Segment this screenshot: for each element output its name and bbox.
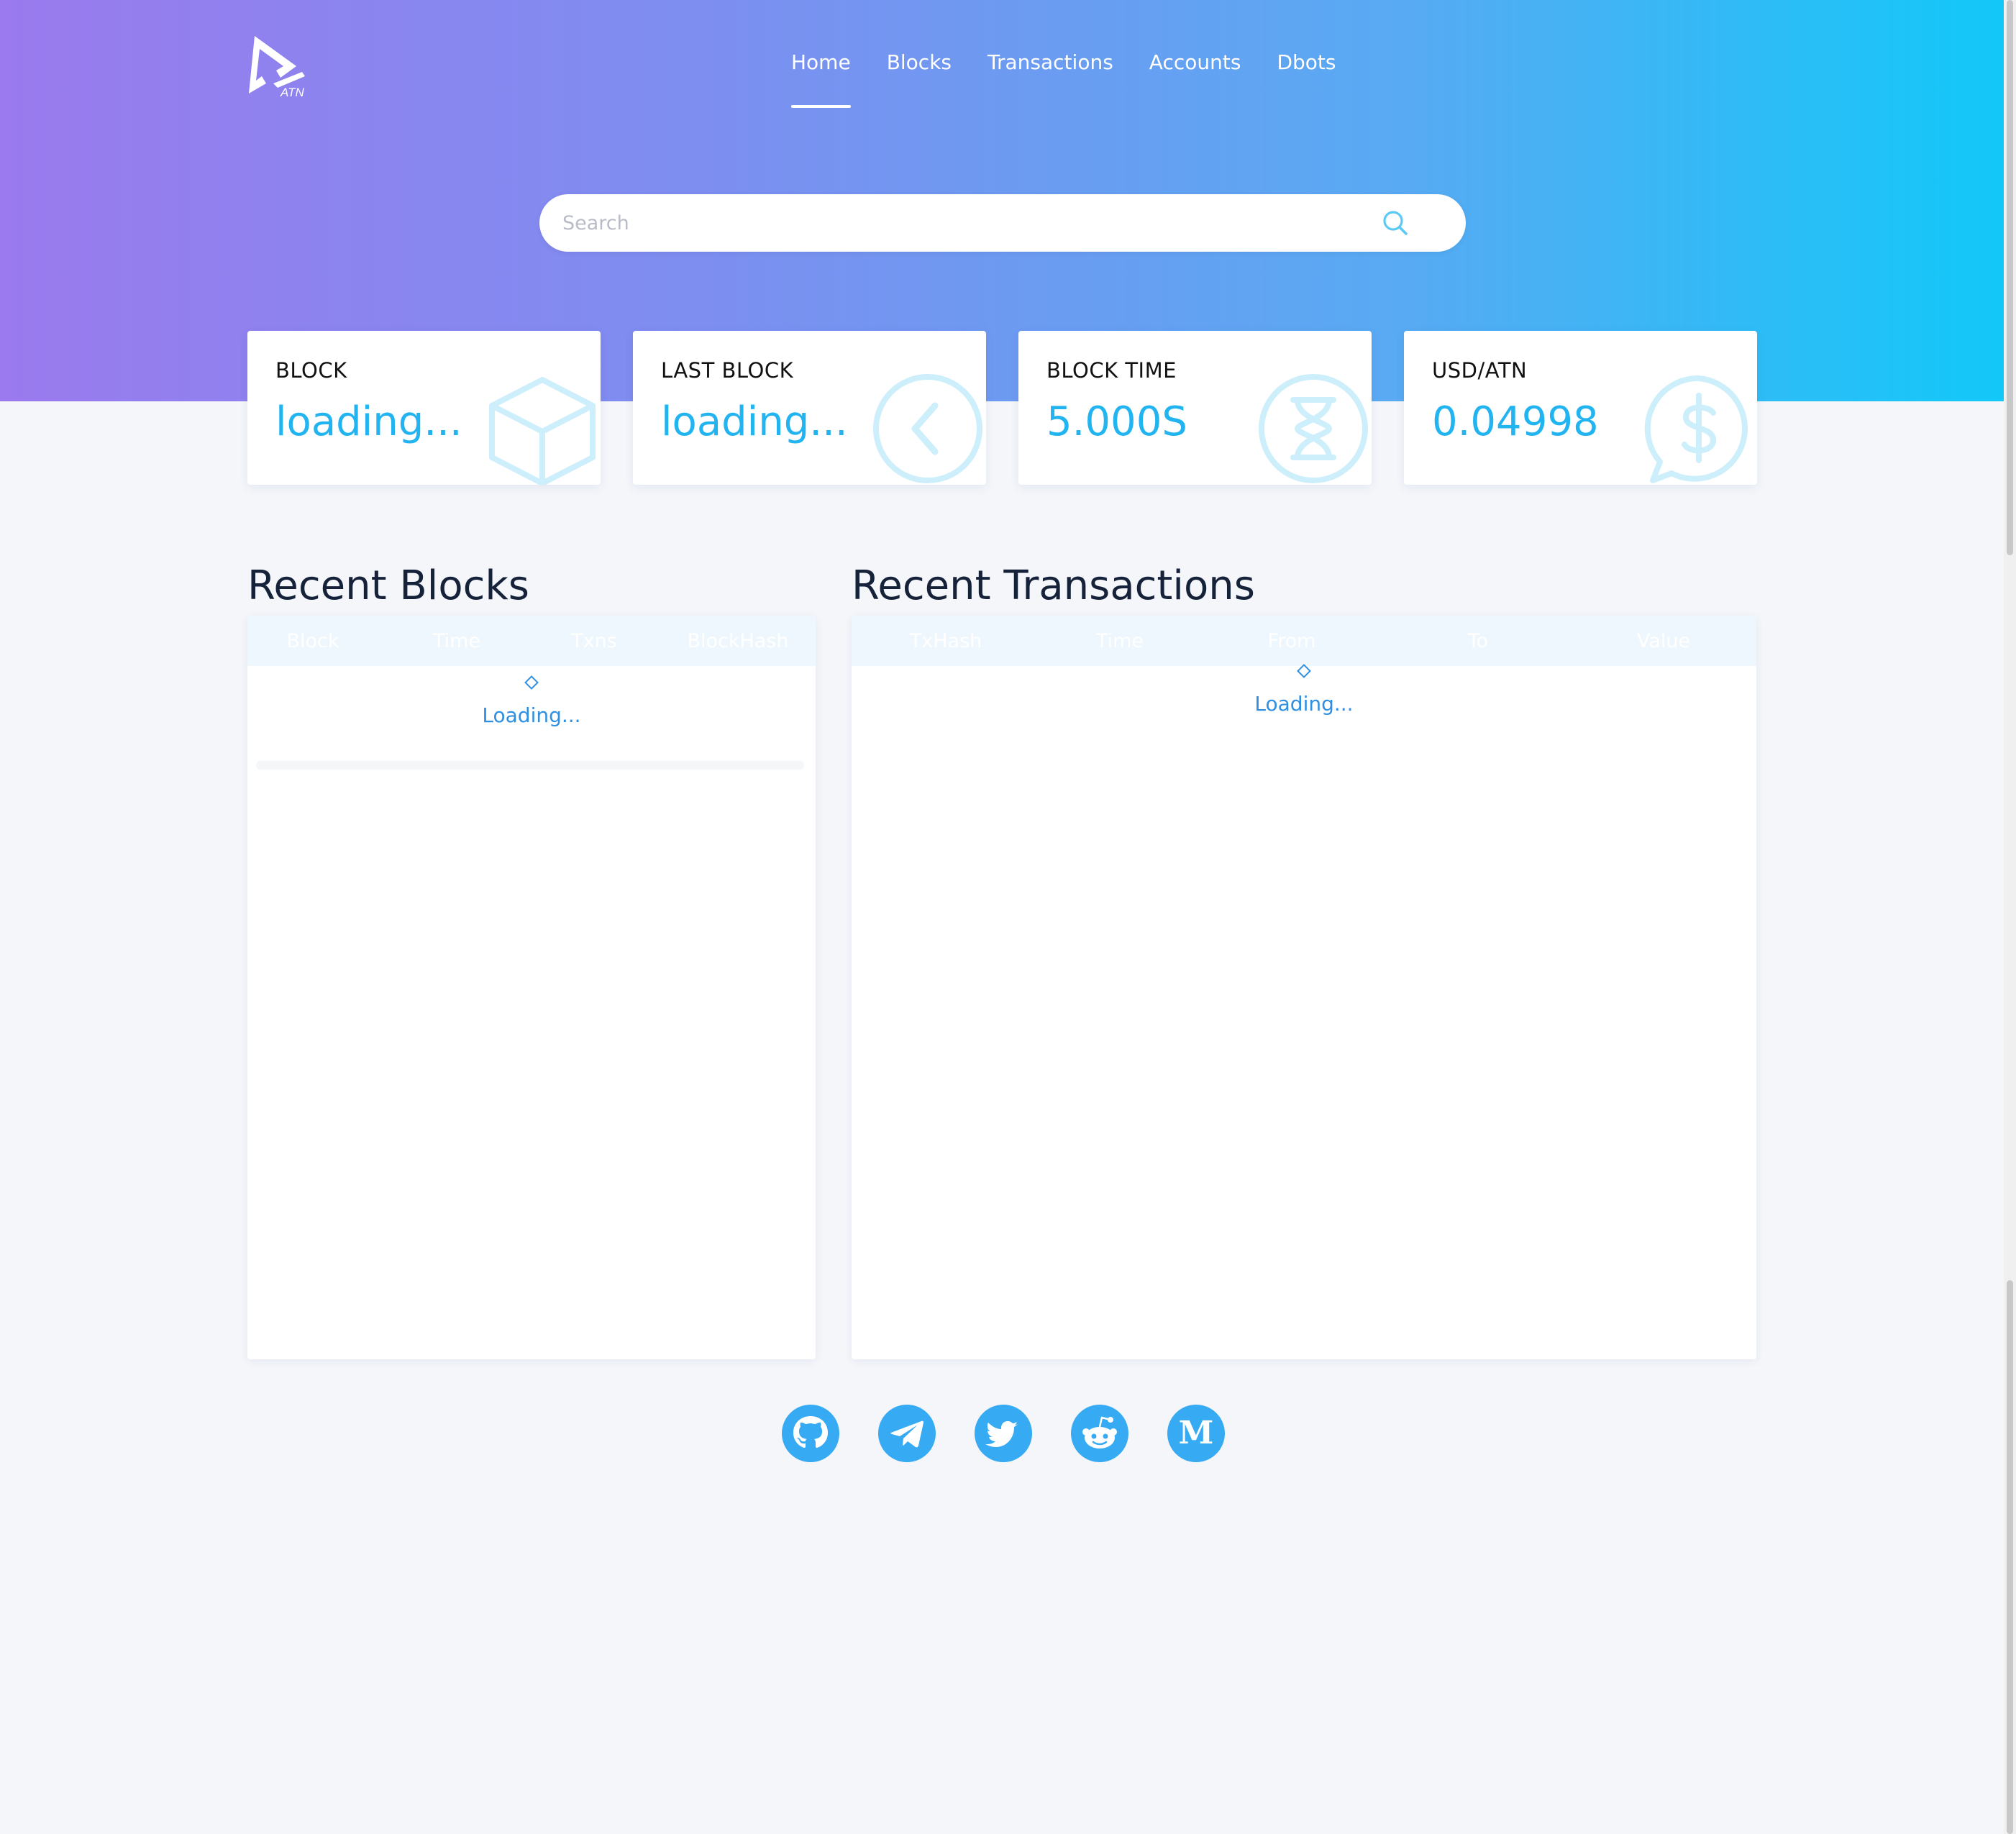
horizontal-scrollbar[interactable]	[256, 761, 804, 770]
table-header: TxHash Time From To Value	[852, 616, 1756, 666]
stat-value: loading...	[275, 398, 462, 445]
column-header-time[interactable]: Time	[433, 630, 480, 652]
telegram-link[interactable]	[878, 1405, 936, 1462]
table-header: Block Time Txns BlockHash	[247, 616, 816, 666]
medium-glyph: M	[1179, 1415, 1214, 1451]
stat-card-block-time: BLOCK TIME 5.000S	[1018, 331, 1372, 485]
logo-text: ATN	[280, 86, 304, 98]
stat-value: 0.04998	[1432, 398, 1599, 445]
column-header-txhash[interactable]: TxHash	[910, 630, 982, 652]
stat-label: USD/ATN	[1432, 358, 1528, 383]
stat-card-block: BLOCK loading...	[247, 331, 601, 485]
nav-transactions[interactable]: Transactions	[988, 50, 1113, 74]
cube-icon	[489, 377, 596, 485]
column-header-txns[interactable]: Txns	[571, 630, 617, 652]
loading-text: Loading...	[1254, 692, 1354, 716]
search-bar	[539, 194, 1466, 252]
recent-blocks-table: Block Time Txns BlockHash Loading...	[247, 616, 816, 1359]
column-header-to[interactable]: To	[1468, 630, 1488, 652]
telegram-icon	[890, 1420, 923, 1448]
github-link[interactable]	[782, 1405, 839, 1462]
recent-transactions-title: Recent Transactions	[852, 562, 1255, 609]
stat-label: BLOCK	[275, 358, 347, 383]
chevron-left-icon	[873, 374, 982, 483]
column-header-value[interactable]: Value	[1637, 630, 1690, 652]
nav-accounts[interactable]: Accounts	[1149, 50, 1241, 74]
scrollbar-thumb-lower[interactable]	[2007, 1280, 2013, 1834]
column-header-time[interactable]: Time	[1096, 630, 1144, 652]
column-header-from[interactable]: From	[1268, 630, 1316, 652]
stat-value: loading...	[661, 398, 848, 445]
twitter-link[interactable]	[975, 1405, 1032, 1462]
medium-link[interactable]: M	[1167, 1405, 1225, 1462]
loading-spinner-icon	[524, 675, 539, 690]
nav-dbots[interactable]: Dbots	[1277, 50, 1336, 74]
column-header-block[interactable]: Block	[286, 630, 339, 652]
medium-icon: M	[1179, 1415, 1214, 1451]
scrollbar-thumb-upper[interactable]	[2007, 0, 2013, 555]
github-icon	[793, 1416, 828, 1448]
atn-logo[interactable]: ATN	[245, 33, 311, 99]
hourglass-icon	[1259, 374, 1368, 483]
nav-home[interactable]: Home	[791, 50, 851, 108]
loading-spinner-icon	[1297, 664, 1311, 678]
reddit-icon	[1082, 1416, 1117, 1449]
main-nav: Home Blocks Transactions Accounts Dbots	[791, 50, 1336, 108]
stat-value: 5.000S	[1046, 398, 1187, 445]
column-header-blockhash[interactable]: BlockHash	[687, 630, 788, 652]
stat-card-last-block: LAST BLOCK loading...	[633, 331, 986, 485]
twitter-icon	[985, 1421, 1018, 1447]
page-scrollbar[interactable]	[2004, 0, 2016, 1834]
stat-label: BLOCK TIME	[1046, 358, 1177, 383]
reddit-link[interactable]	[1071, 1405, 1128, 1462]
loading-text: Loading...	[482, 703, 581, 727]
recent-transactions-table: TxHash Time From To Value Loading...	[852, 616, 1756, 1359]
nav-blocks[interactable]: Blocks	[887, 50, 952, 74]
search-icon[interactable]	[1381, 209, 1410, 237]
search-input[interactable]	[562, 194, 1368, 252]
dollar-chat-icon	[1644, 375, 1748, 483]
stat-label: LAST BLOCK	[661, 358, 794, 383]
recent-blocks-title: Recent Blocks	[247, 562, 529, 609]
stat-card-usd-atn: USD/ATN 0.04998	[1404, 331, 1757, 485]
